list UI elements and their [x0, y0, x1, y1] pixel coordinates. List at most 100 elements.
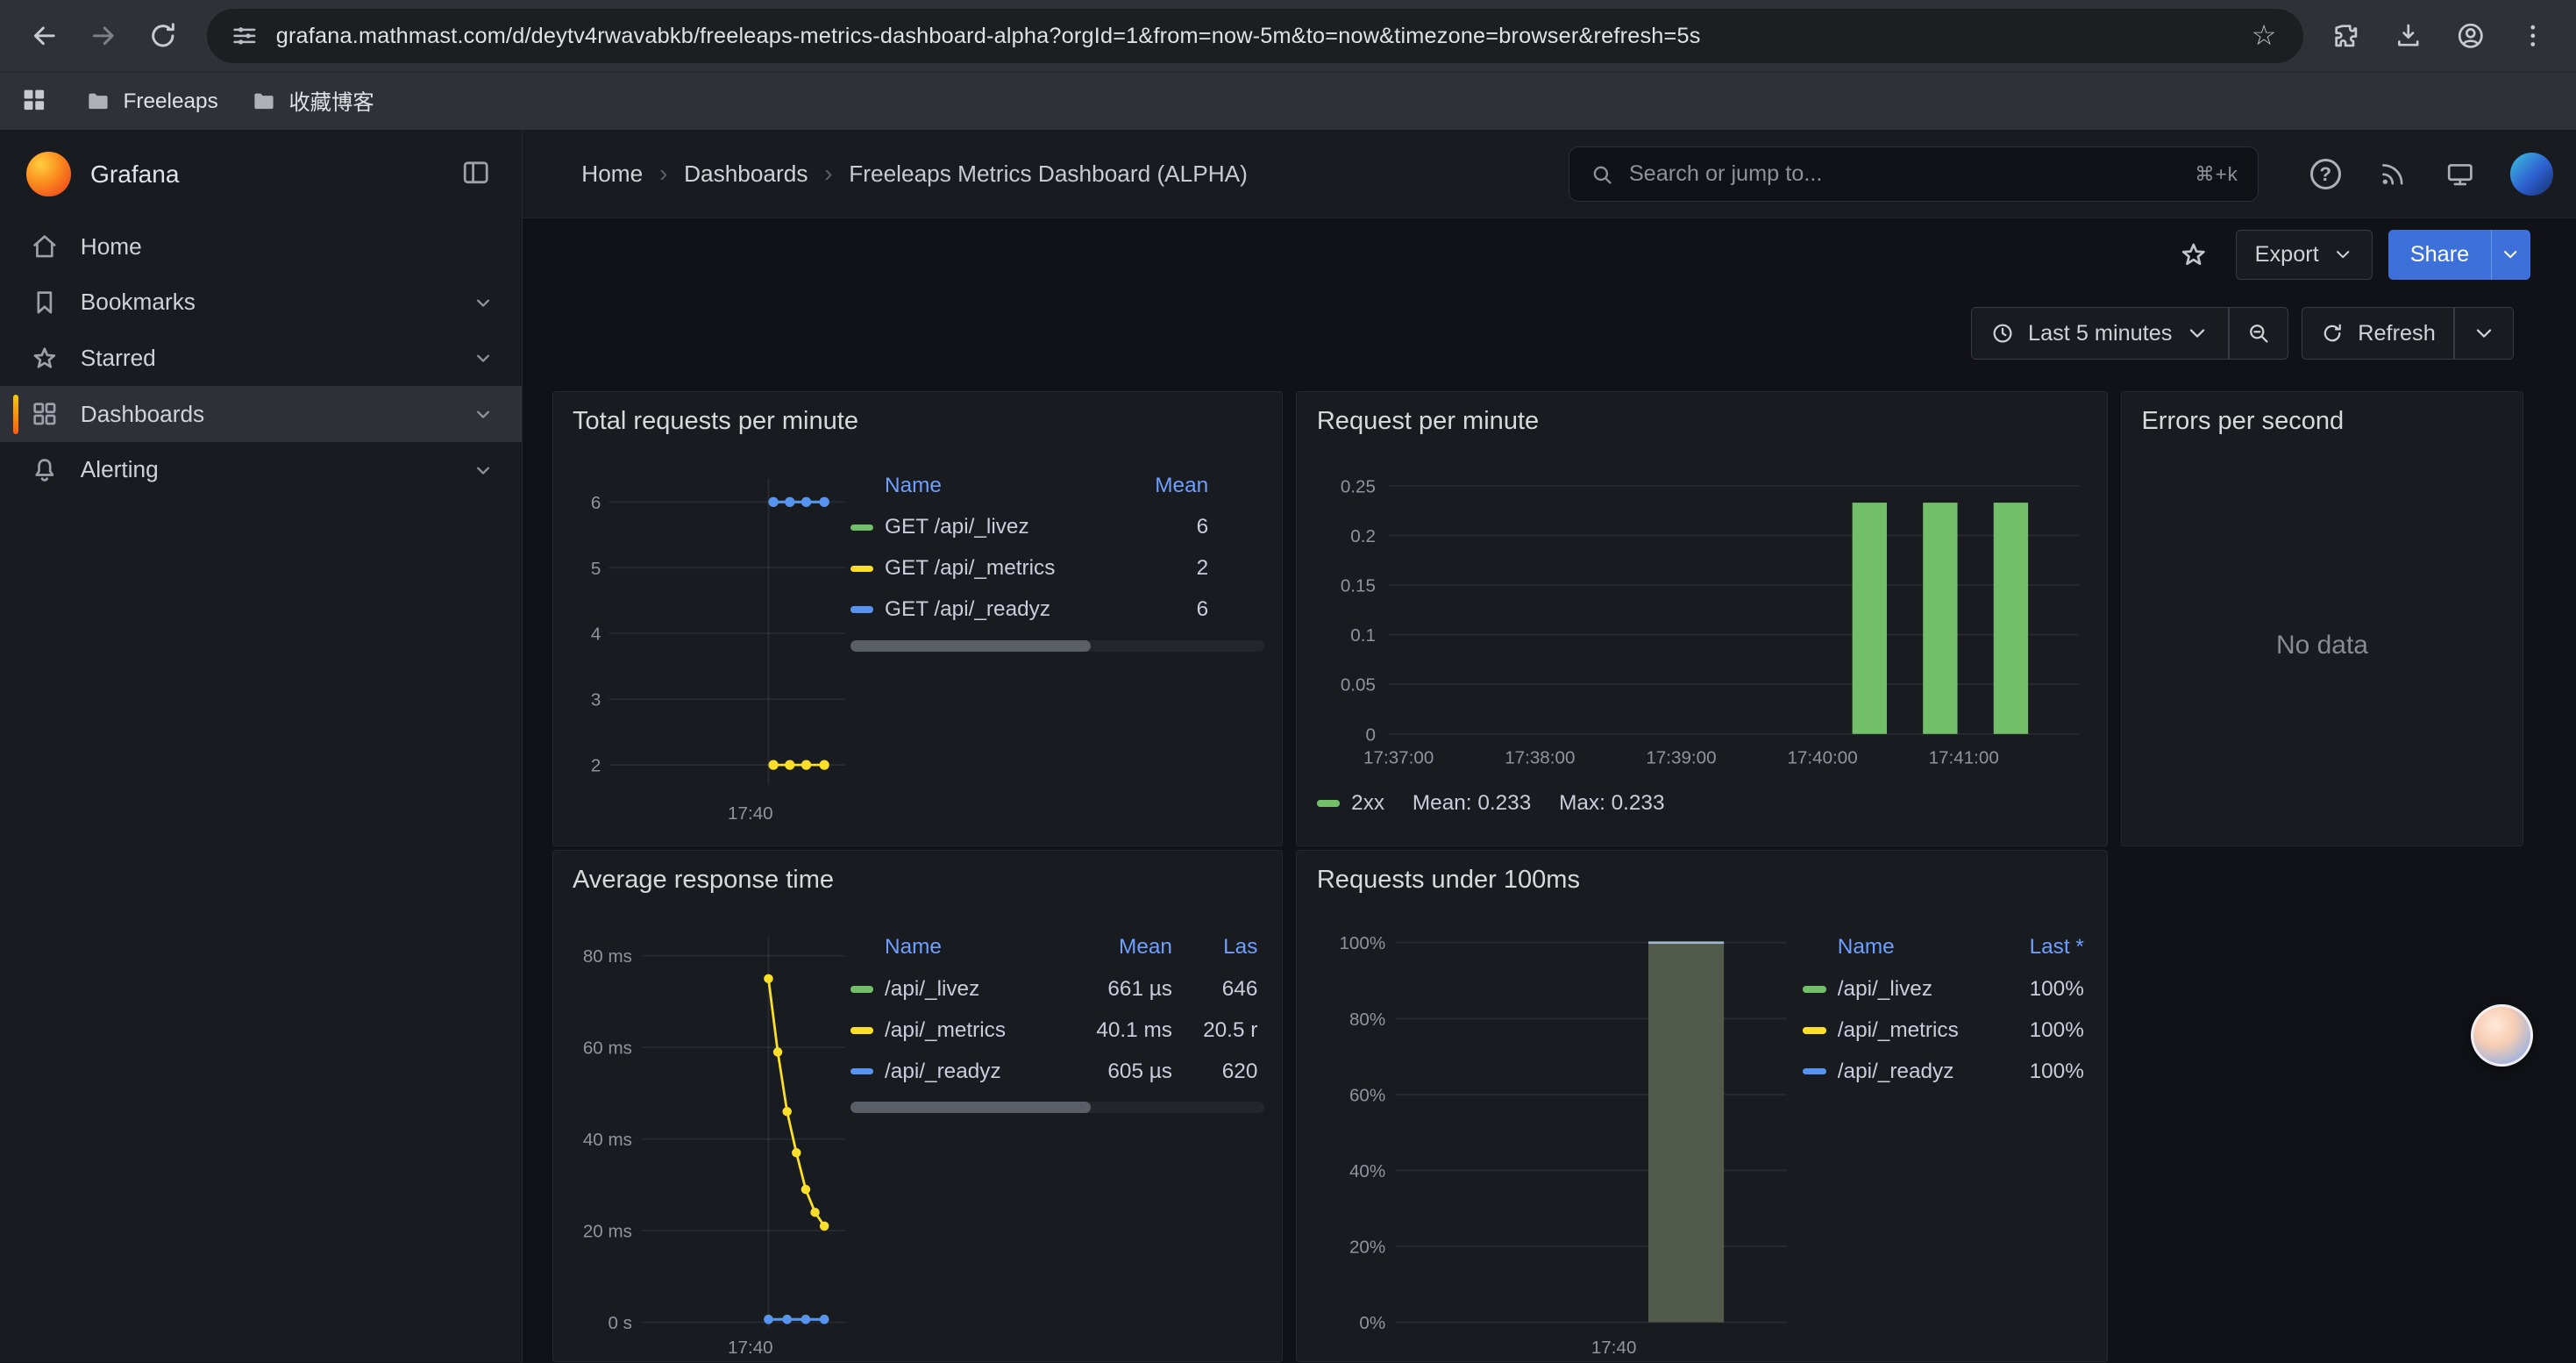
chevron-down-icon[interactable]: [471, 346, 495, 370]
requests-under-100ms-chart[interactable]: 100%80%60%40%20%0%17:40: [1310, 913, 1803, 1362]
scrollbar-thumb[interactable]: [850, 640, 1091, 652]
bookmark-item[interactable]: 收藏博客: [251, 86, 374, 117]
svg-text:60 ms: 60 ms: [582, 1038, 631, 1059]
panel-request-per-minute: Request per minute 0.250.20.150.10.05017…: [1296, 391, 2108, 846]
svg-text:0.15: 0.15: [1341, 575, 1376, 596]
favorite-star-icon[interactable]: [2174, 235, 2213, 275]
panel-title[interactable]: Requests under 100ms: [1297, 851, 2107, 895]
monitor-icon[interactable]: [2443, 157, 2477, 191]
time-controls: Last 5 minutes Refresh: [523, 301, 2576, 367]
svg-text:17:40:00: 17:40:00: [1788, 747, 1858, 767]
svg-text:100%: 100%: [1340, 933, 1386, 953]
legend-series-name[interactable]: 2xx: [1351, 791, 1384, 816]
legend-row[interactable]: /api/_readyz605 µs620: [850, 1051, 1264, 1092]
extensions-icon[interactable]: [2320, 10, 2373, 62]
request-per-minute-chart[interactable]: 0.250.20.150.10.05017:37:0017:38:0017:39…: [1310, 458, 2096, 787]
header-icons: ?: [2309, 130, 2553, 218]
chevron-down-icon[interactable]: [471, 458, 495, 482]
zoom-out-button[interactable]: [2230, 308, 2288, 359]
floating-assistant-avatar[interactable]: [2471, 1004, 2533, 1067]
panel-title[interactable]: Errors per second: [2122, 392, 2523, 436]
svg-text:17:38:00: 17:38:00: [1505, 747, 1576, 767]
bookmark-icon: [30, 288, 60, 318]
site-info-icon[interactable]: [230, 21, 260, 51]
svg-text:17:39:00: 17:39:00: [1647, 747, 1717, 767]
url-text[interactable]: grafana.mathmast.com/d/deytv4rwavabkb/fr…: [276, 24, 2248, 49]
sidebar-collapse-icon[interactable]: [459, 156, 495, 192]
brand-title: Grafana: [90, 161, 439, 189]
profile-icon[interactable]: [2444, 10, 2497, 62]
url-bar[interactable]: grafana.mathmast.com/d/deytv4rwavabkb/fr…: [207, 9, 2303, 63]
search-input[interactable]: Search or jump to... ⌘+k: [1569, 146, 2259, 203]
page: grafana.mathmast.com/d/deytv4rwavabkb/fr…: [0, 0, 2576, 1362]
grafana-app: Grafana HomeBookmarksStarredDashboardsAl…: [0, 130, 2576, 1362]
legend-value: 6: [1116, 515, 1208, 539]
series-color-dash: [850, 1027, 873, 1033]
legend-row[interactable]: GET /api/_readyz6: [850, 589, 1264, 631]
refresh-interval-chevron[interactable]: [2455, 308, 2513, 359]
svg-text:0%: 0%: [1360, 1313, 1386, 1333]
legend-value: 661 µs: [1057, 977, 1172, 1002]
search-shortcut: ⌘+k: [2195, 163, 2238, 186]
apps-grid-icon[interactable]: [19, 85, 52, 118]
browser-menu-icon[interactable]: [2507, 10, 2559, 62]
svg-text:40%: 40%: [1349, 1161, 1385, 1181]
scrollbar-thumb[interactable]: [850, 1102, 1091, 1113]
panel-title[interactable]: Request per minute: [1297, 392, 2107, 436]
sidebar-item-home[interactable]: Home: [0, 218, 522, 275]
legend-row[interactable]: GET /api/_metrics2: [850, 548, 1264, 589]
rss-icon[interactable]: [2375, 157, 2409, 191]
chevron-down-icon: [2332, 244, 2353, 265]
panel-title[interactable]: Average response time: [553, 851, 1283, 895]
svg-text:0: 0: [1366, 724, 1376, 745]
bookmark-item[interactable]: Freeleaps: [85, 86, 217, 117]
reload-icon[interactable]: [135, 8, 191, 64]
downloads-icon[interactable]: [2382, 10, 2435, 62]
legend-value: 605 µs: [1057, 1060, 1172, 1084]
apps-icon: [30, 399, 60, 429]
sidebar: Grafana Home Bookmarks Starred DashboardsAl…: [0, 130, 523, 1362]
bookmark-star-icon[interactable]: ☆: [2247, 19, 2280, 52]
legend-row[interactable]: GET /api/_livez6: [850, 507, 1264, 548]
breadcrumb-item[interactable]: Home: [581, 161, 643, 188]
legend-row[interactable]: /api/_metrics40.1 ms20.5 r: [850, 1010, 1264, 1051]
share-menu-chevron-icon[interactable]: [2491, 230, 2530, 279]
sidebar-item-starred[interactable]: Starred: [0, 331, 522, 387]
folder-icon: [85, 89, 111, 115]
time-range-group: Last 5 minutes: [1971, 307, 2288, 360]
average-response-time-chart[interactable]: 80 ms60 ms40 ms20 ms0 s17:40: [566, 913, 895, 1362]
legend-row[interactable]: /api/_readyz100%: [1803, 1051, 2096, 1092]
legend-scrollbar[interactable]: [850, 640, 1264, 652]
sidebar-item-bookmarks[interactable]: Bookmarks: [0, 275, 522, 331]
sidebar-item-label: Starred: [81, 345, 156, 372]
share-button[interactable]: Share: [2388, 230, 2490, 279]
sidebar-item-alerting[interactable]: Alerting: [0, 442, 522, 498]
legend-value: 100%: [1979, 1018, 2084, 1043]
sidebar-nav: Home Bookmarks Starred DashboardsAlerting: [0, 218, 522, 498]
panel-errors-per-second: Errors per second No data: [2121, 391, 2523, 846]
refresh-group: Refresh: [2302, 307, 2514, 360]
chevron-down-icon[interactable]: [471, 402, 495, 426]
panel-title[interactable]: Total requests per minute: [553, 392, 1283, 436]
time-range-picker[interactable]: Last 5 minutes: [1972, 308, 2228, 359]
grafana-logo[interactable]: [26, 152, 71, 196]
legend-row[interactable]: /api/_livez661 µs646: [850, 969, 1264, 1010]
legend-row[interactable]: /api/_livez100%: [1803, 969, 2096, 1010]
user-avatar[interactable]: [2510, 153, 2553, 196]
legend-scrollbar[interactable]: [850, 1102, 1264, 1113]
breadcrumb-item[interactable]: Dashboards: [684, 161, 808, 188]
legend-series-name: /api/_metrics: [885, 1018, 1057, 1043]
sidebar-item-dashboards[interactable]: Dashboards: [0, 386, 522, 442]
help-icon[interactable]: ?: [2309, 157, 2343, 191]
legend-series-name: /api/_metrics: [1838, 1018, 1979, 1043]
chevron-down-icon: [2472, 321, 2496, 346]
total-requests-chart[interactable]: 6543217:40: [566, 454, 895, 840]
svg-text:40 ms: 40 ms: [582, 1130, 631, 1150]
export-button[interactable]: Export: [2236, 230, 2373, 279]
legend-row[interactable]: /api/_metrics100%: [1803, 1010, 2096, 1051]
refresh-button[interactable]: Refresh: [2302, 308, 2454, 359]
sidebar-item-label: Bookmarks: [81, 289, 196, 316]
chevron-down-icon[interactable]: [471, 290, 495, 315]
back-icon[interactable]: [17, 8, 73, 64]
forward-icon[interactable]: [75, 8, 132, 64]
